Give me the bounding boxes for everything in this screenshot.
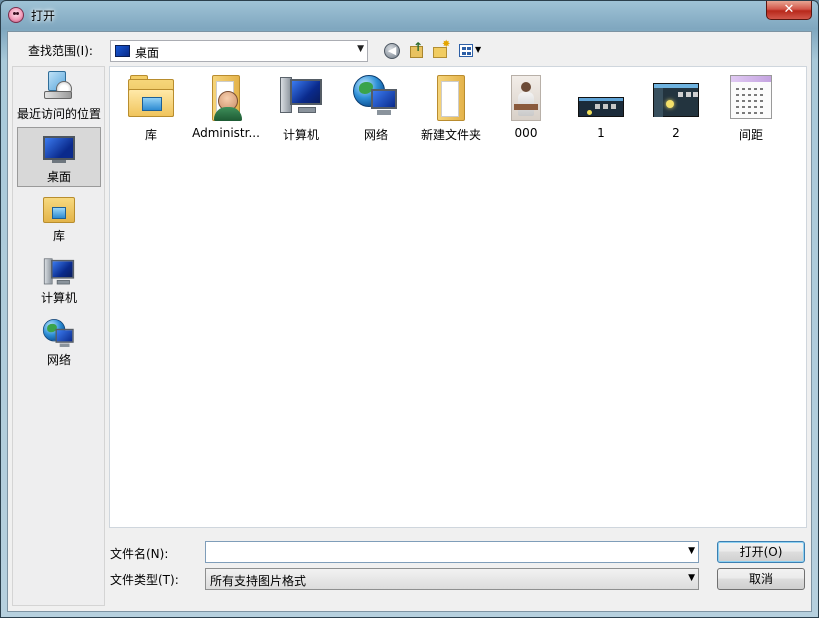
view-grid-icon bbox=[459, 44, 473, 57]
library-icon bbox=[43, 195, 75, 223]
file-type-label: 文件类型(T): bbox=[110, 573, 179, 587]
network-icon bbox=[42, 319, 75, 350]
dialog-client-area: 查找范围(I): 桌面 ▼ ◀ ↑ ✸ ▼ 最近访问的位置 桌面 库 计算机 网… bbox=[7, 31, 812, 612]
place-computer[interactable]: 计算机 bbox=[17, 255, 101, 315]
file-type-value: 所有支持图片格式 bbox=[210, 574, 307, 588]
look-in-value: 桌面 bbox=[135, 46, 160, 60]
app-icon bbox=[8, 7, 24, 23]
file-item-network[interactable]: 网络 bbox=[339, 73, 413, 143]
file-item-label: 1 bbox=[597, 126, 605, 140]
file-item-administrator[interactable]: Administr... bbox=[189, 73, 263, 143]
file-item-spacing[interactable]: 间距 bbox=[714, 73, 788, 143]
close-button[interactable]: ✕ bbox=[766, 1, 812, 20]
look-in-label: 查找范围(I): bbox=[28, 44, 93, 58]
title-bar[interactable]: 打开 ✕ bbox=[1, 1, 818, 29]
file-item-label: 网络 bbox=[363, 128, 388, 142]
file-item-computer[interactable]: 计算机 bbox=[264, 73, 338, 143]
folder-icon bbox=[433, 75, 469, 121]
file-item-label: 库 bbox=[144, 128, 157, 142]
file-list-view[interactable]: 库 Administr... 计算机 网络 新建文件夹 000 1 2 间距 bbox=[109, 66, 807, 528]
new-folder-button[interactable]: ✸ bbox=[430, 39, 452, 62]
chevron-down-icon: ▼ bbox=[475, 45, 482, 54]
place-network[interactable]: 网络 bbox=[17, 317, 101, 377]
place-recent[interactable]: 最近访问的位置 bbox=[17, 69, 101, 129]
place-library[interactable]: 库 bbox=[17, 193, 101, 253]
file-item-library[interactable]: 库 bbox=[114, 73, 188, 143]
file-item-label: 2 bbox=[672, 126, 680, 140]
chevron-down-icon[interactable]: ▼ bbox=[688, 573, 695, 583]
file-item-label: 000 bbox=[514, 126, 538, 140]
cancel-button[interactable]: 取消 bbox=[717, 568, 805, 590]
file-name-input[interactable] bbox=[208, 543, 678, 561]
back-arrow-icon: ◀ bbox=[384, 43, 400, 59]
view-menu-button[interactable]: ▼ bbox=[456, 40, 486, 62]
open-file-dialog: 打开 ✕ 查找范围(I): 桌面 ▼ ◀ ↑ ✸ ▼ 最近访问的位置 桌面 库 … bbox=[0, 0, 819, 618]
computer-icon bbox=[278, 75, 324, 119]
window-title: 打开 bbox=[31, 9, 56, 23]
screenshot-thumbnail-icon bbox=[578, 97, 624, 117]
document-thumbnail-icon bbox=[730, 75, 772, 119]
file-type-select[interactable]: 所有支持图片格式 ▼ bbox=[205, 568, 699, 590]
place-label: 库 bbox=[52, 229, 65, 243]
place-desktop[interactable]: 桌面 bbox=[17, 127, 101, 187]
back-button[interactable]: ◀ bbox=[382, 40, 404, 62]
desktop-icon bbox=[43, 136, 75, 163]
open-button[interactable]: 打开(O) bbox=[717, 541, 805, 563]
recent-places-icon bbox=[44, 71, 74, 101]
chevron-down-icon[interactable]: ▼ bbox=[688, 546, 695, 556]
network-icon bbox=[353, 75, 399, 119]
file-item-label: Administr... bbox=[192, 126, 260, 140]
place-label: 计算机 bbox=[40, 291, 77, 305]
sparkle-icon: ✸ bbox=[442, 39, 451, 50]
library-folder-icon bbox=[128, 75, 174, 117]
user-folder-icon bbox=[208, 75, 244, 121]
file-item-1[interactable]: 1 bbox=[564, 73, 638, 143]
desktop-icon bbox=[115, 45, 130, 57]
file-item-label: 间距 bbox=[738, 128, 763, 142]
chevron-down-icon[interactable]: ▼ bbox=[357, 44, 364, 54]
file-item-000[interactable]: 000 bbox=[489, 73, 563, 143]
place-label: 网络 bbox=[46, 353, 71, 367]
place-label: 最近访问的位置 bbox=[17, 107, 102, 121]
file-item-2[interactable]: 2 bbox=[639, 73, 713, 143]
file-name-label: 文件名(N): bbox=[110, 547, 169, 561]
file-item-label: 计算机 bbox=[282, 128, 319, 142]
computer-icon bbox=[42, 257, 75, 289]
photo-thumbnail-icon bbox=[511, 75, 541, 121]
up-one-level-button[interactable]: ↑ bbox=[406, 40, 428, 62]
file-name-combo[interactable]: ▼ bbox=[205, 541, 699, 563]
places-bar: 最近访问的位置 桌面 库 计算机 网络 bbox=[12, 66, 105, 606]
up-arrow-icon: ↑ bbox=[413, 40, 424, 54]
place-label: 桌面 bbox=[46, 170, 71, 184]
look-in-combo[interactable]: 桌面 ▼ bbox=[110, 40, 368, 62]
file-item-new-folder[interactable]: 新建文件夹 bbox=[414, 73, 488, 143]
screenshot-thumbnail-icon bbox=[653, 83, 699, 117]
file-item-label: 新建文件夹 bbox=[420, 128, 481, 142]
